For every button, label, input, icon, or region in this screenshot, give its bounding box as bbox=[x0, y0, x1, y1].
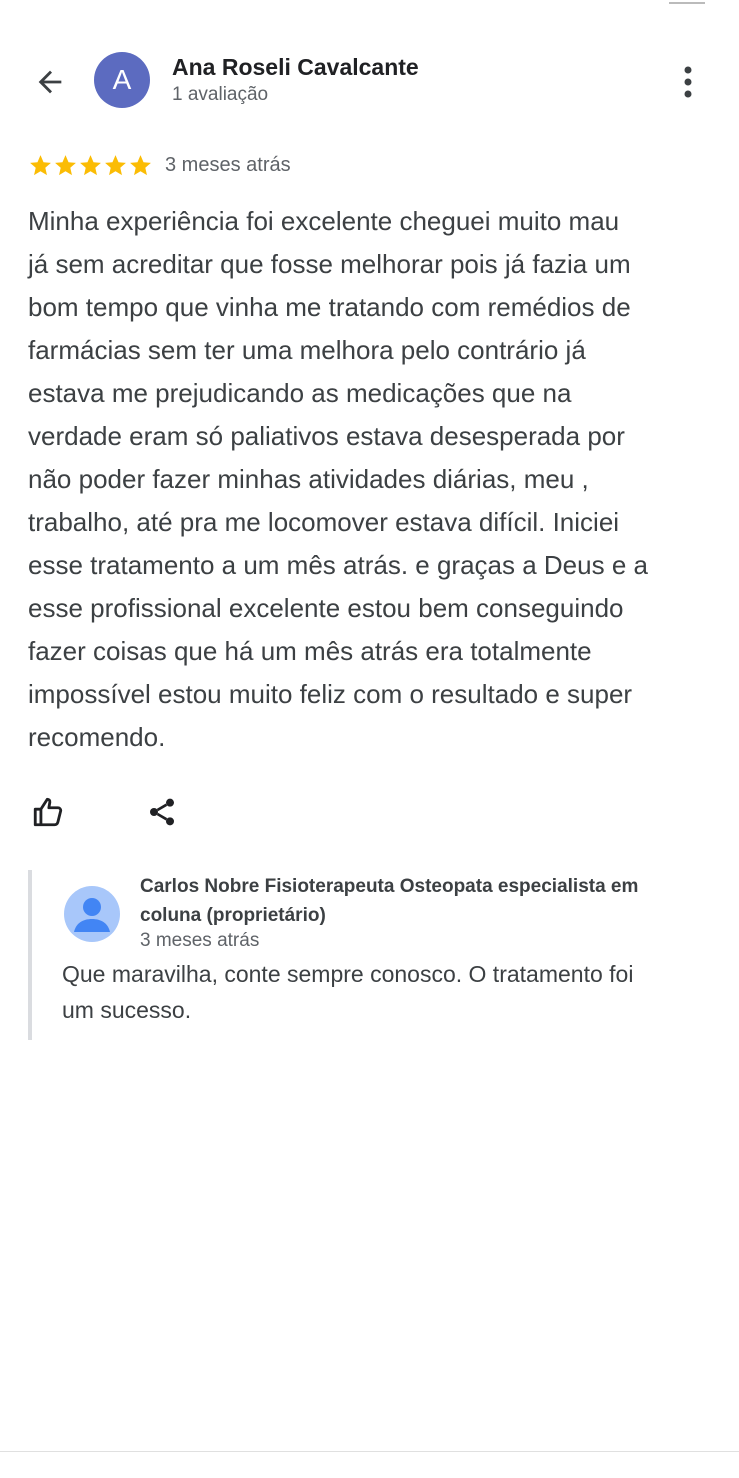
review-text-line: não poder fazer minhas atividades diária… bbox=[28, 464, 589, 494]
more-options-button[interactable] bbox=[668, 58, 708, 106]
status-bar bbox=[0, 0, 739, 8]
owner-reply-text: Que maravilha, conte sempre conosco. O t… bbox=[62, 956, 712, 1028]
reviewer-name[interactable]: Ana Roseli Cavalcante bbox=[172, 54, 419, 81]
owner-reply-line: Que maravilha, conte sempre conosco. O t… bbox=[62, 961, 634, 987]
review-text-line: esse tratamento a um mês atrás. e graças… bbox=[28, 550, 648, 580]
review-text-line: fazer coisas que há um mês atrás era tot… bbox=[28, 636, 592, 666]
review-text-line: já sem acreditar que fosse melhorar pois… bbox=[28, 249, 631, 279]
owner-reply-line: um sucesso. bbox=[62, 997, 192, 1023]
share-button[interactable] bbox=[138, 790, 186, 834]
review-text-line: verdade eram só paliativos estava desesp… bbox=[28, 421, 625, 451]
owner-reply: Carlos Nobre Fisioterapeuta Osteopata es… bbox=[28, 870, 722, 1040]
star-icon bbox=[80, 154, 101, 175]
star-icon bbox=[30, 154, 51, 175]
thumbs-up-icon bbox=[33, 797, 63, 827]
review-date: 3 meses atrás bbox=[165, 153, 291, 176]
battery-icon bbox=[669, 0, 705, 4]
review-text: Minha experiência foi excelente cheguei … bbox=[28, 200, 718, 759]
star-icon bbox=[130, 154, 151, 175]
owner-name-line: Carlos Nobre Fisioterapeuta Osteopata es… bbox=[140, 876, 639, 897]
review-text-line: impossível estou muito feliz com o resul… bbox=[28, 679, 633, 709]
star-icon bbox=[105, 154, 126, 175]
reviewer-avatar[interactable]: A bbox=[94, 52, 150, 108]
rating-row: 3 meses atrás bbox=[28, 150, 291, 180]
back-button[interactable] bbox=[26, 58, 74, 106]
review-text-line: Minha experiência foi excelente cheguei … bbox=[28, 206, 620, 236]
more-vert-icon bbox=[684, 66, 692, 98]
review-text-line: recomendo. bbox=[28, 722, 166, 752]
review-text-line: farmácias sem ter uma melhora pelo contr… bbox=[28, 335, 586, 365]
avatar-initial: A bbox=[112, 64, 132, 95]
review-actions bbox=[24, 790, 224, 834]
arrow-back-icon bbox=[38, 70, 62, 94]
reviewer-review-count: 1 avaliação bbox=[172, 84, 269, 105]
star-icon bbox=[55, 154, 76, 175]
review-header: A Ana Roseli Cavalcante 1 avaliação bbox=[0, 40, 739, 124]
owner-name-line: coluna (proprietário) bbox=[140, 905, 326, 926]
owner-reply-date: 3 meses atrás bbox=[140, 930, 260, 951]
review-text-line: bom tempo que vinha me tratando com remé… bbox=[28, 292, 631, 322]
review-text-line: estava me prejudicando as medicações que… bbox=[28, 378, 572, 408]
person-icon bbox=[74, 898, 110, 932]
share-icon bbox=[150, 798, 174, 826]
review-text-line: trabalho, até pra me locomover estava di… bbox=[28, 507, 620, 537]
star-rating bbox=[28, 153, 153, 178]
owner-avatar bbox=[64, 886, 120, 942]
like-button[interactable] bbox=[24, 790, 72, 834]
owner-name: Carlos Nobre Fisioterapeuta Osteopata es… bbox=[140, 872, 710, 930]
bottom-divider bbox=[0, 1451, 739, 1452]
review-text-line: esse profissional excelente estou bem co… bbox=[28, 593, 624, 623]
